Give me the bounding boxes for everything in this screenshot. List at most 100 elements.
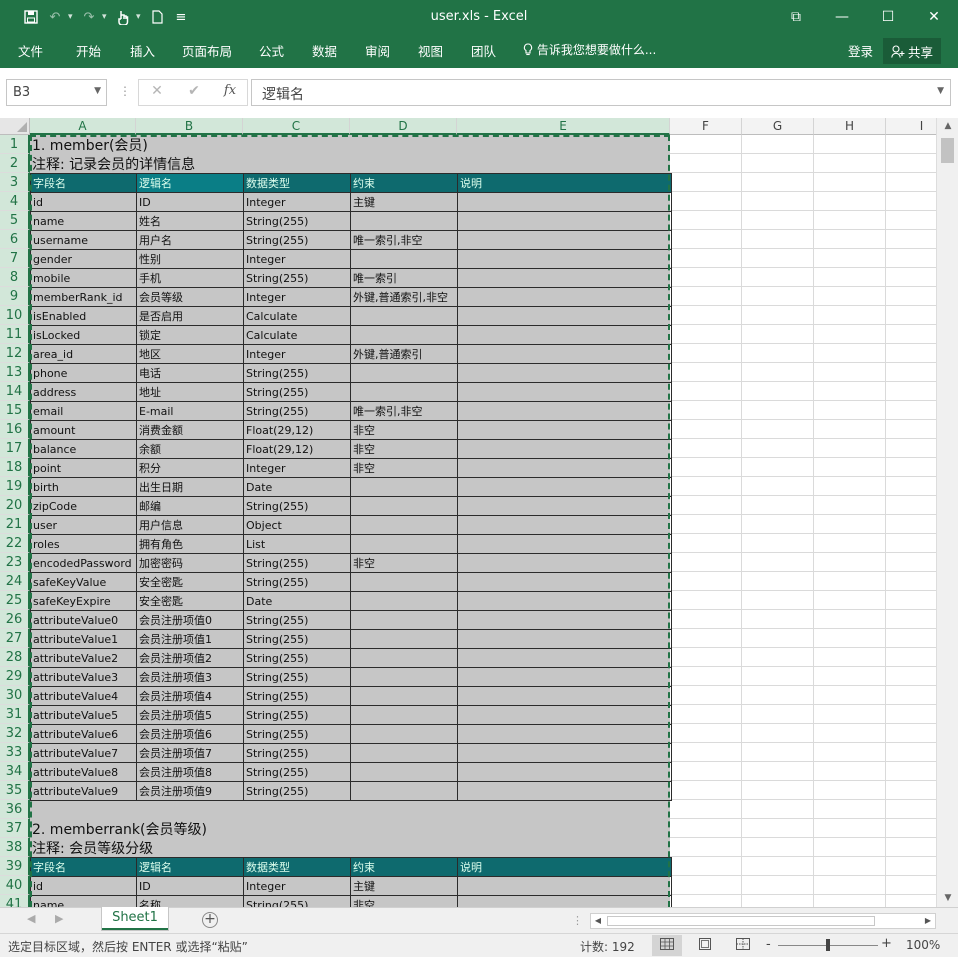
table-cell[interactable]: 唯一索引,非空 — [350, 401, 458, 421]
table-cell[interactable]: memberRank_id — [30, 287, 137, 307]
row-header[interactable]: 1 — [0, 135, 30, 154]
table-cell[interactable]: attributeValue4 — [30, 686, 137, 706]
header-cell[interactable]: 约束 — [350, 857, 458, 877]
row-header[interactable]: 5 — [0, 211, 30, 230]
table-cell[interactable] — [350, 781, 458, 801]
table-cell[interactable]: 非空 — [350, 553, 458, 573]
table-cell[interactable] — [457, 249, 672, 269]
table-cell[interactable]: String(255) — [243, 363, 351, 383]
table-cell[interactable]: 会员注册项值0 — [136, 610, 244, 630]
row-header[interactable]: 20 — [0, 496, 30, 515]
table-cell[interactable] — [457, 629, 672, 649]
table-cell[interactable] — [457, 306, 672, 326]
table-cell[interactable] — [350, 382, 458, 402]
table-cell[interactable]: String(255) — [243, 781, 351, 801]
table-cell[interactable]: 消费金额 — [136, 420, 244, 440]
table-cell[interactable] — [350, 496, 458, 516]
table-cell[interactable] — [457, 515, 672, 535]
table-cell[interactable]: 名称 — [136, 895, 244, 907]
column-header-h[interactable]: H — [814, 118, 886, 135]
table-cell[interactable] — [350, 591, 458, 611]
scroll-down-icon[interactable]: ▼ — [937, 890, 958, 907]
table-cell[interactable]: 电话 — [136, 363, 244, 383]
formula-input[interactable]: 逻辑名 ▼ — [251, 79, 951, 106]
table-cell[interactable]: Date — [243, 477, 351, 497]
table-cell[interactable]: String(255) — [243, 895, 351, 907]
table-cell[interactable]: 会员注册项值1 — [136, 629, 244, 649]
table-cell[interactable]: Calculate — [243, 325, 351, 345]
table-cell[interactable]: String(255) — [243, 553, 351, 573]
table-cell[interactable] — [457, 876, 672, 896]
scroll-right-icon[interactable]: ▶ — [921, 914, 935, 928]
formula-bar-splitter[interactable]: ⋮ — [119, 84, 131, 98]
table-cell[interactable] — [457, 534, 672, 554]
page-layout-view-icon[interactable] — [690, 935, 720, 956]
status-count[interactable]: 计数: 192 — [580, 938, 635, 955]
table-cell[interactable] — [350, 610, 458, 630]
table-cell[interactable]: 外键,普通索引,非空 — [350, 287, 458, 307]
table-cell[interactable]: String(255) — [243, 762, 351, 782]
table-cell[interactable]: String(255) — [243, 496, 351, 516]
vertical-scrollbar[interactable]: ▲ ▼ — [936, 118, 958, 907]
row-header[interactable]: 33 — [0, 743, 30, 762]
row-header[interactable]: 3 — [0, 173, 30, 192]
row-header[interactable]: 14 — [0, 382, 30, 401]
maximize-button[interactable]: ☐ — [865, 0, 911, 34]
row-header[interactable]: 41 — [0, 895, 30, 907]
table-cell[interactable]: point — [30, 458, 137, 478]
table-cell[interactable]: 非空 — [350, 439, 458, 459]
table-cell[interactable]: ID — [136, 192, 244, 212]
row-header[interactable]: 19 — [0, 477, 30, 496]
table-cell[interactable]: ID — [136, 876, 244, 896]
row-header[interactable]: 13 — [0, 363, 30, 382]
table-cell[interactable] — [457, 382, 672, 402]
table-cell[interactable]: 会员注册项值3 — [136, 667, 244, 687]
table-cell[interactable]: 拥有角色 — [136, 534, 244, 554]
column-header-f[interactable]: F — [670, 118, 742, 135]
sheet-tab-sheet1[interactable]: Sheet1 — [101, 907, 169, 931]
row-header[interactable]: 40 — [0, 876, 30, 895]
zoom-in-button[interactable]: + — [881, 936, 892, 951]
row-header[interactable]: 31 — [0, 705, 30, 724]
table-cell[interactable]: String(255) — [243, 382, 351, 402]
table-cell[interactable]: user — [30, 515, 137, 535]
table-cell[interactable]: attributeValue7 — [30, 743, 137, 763]
tell-me-search[interactable]: 告诉我您想要做什么... — [523, 41, 656, 58]
row-header[interactable]: 37 — [0, 819, 30, 838]
table-cell[interactable] — [350, 534, 458, 554]
row-header[interactable]: 24 — [0, 572, 30, 591]
header-cell[interactable]: 数据类型 — [243, 173, 351, 193]
worksheet-grid[interactable]: 1. member(会员) 注释: 记录会员的详情信息 字段名 逻辑名 数据类型 约束… — [30, 135, 936, 907]
table-cell[interactable]: 手机 — [136, 268, 244, 288]
table-cell[interactable]: 会员注册项值4 — [136, 686, 244, 706]
table-cell[interactable]: 会员注册项值5 — [136, 705, 244, 725]
table-cell[interactable] — [350, 211, 458, 231]
row-header[interactable]: 22 — [0, 534, 30, 553]
table-cell[interactable]: Object — [243, 515, 351, 535]
cell-a37[interactable]: 2. memberrank(会员等级) — [32, 821, 207, 840]
table-cell[interactable] — [457, 287, 672, 307]
table-cell[interactable]: Calculate — [243, 306, 351, 326]
table-cell[interactable]: attributeValue6 — [30, 724, 137, 744]
table-cell[interactable]: 出生日期 — [136, 477, 244, 497]
table-cell[interactable] — [457, 192, 672, 212]
insert-function-icon[interactable]: fx — [220, 83, 240, 98]
table-cell[interactable]: String(255) — [243, 610, 351, 630]
row-header[interactable]: 2 — [0, 154, 30, 173]
table-cell[interactable]: address — [30, 382, 137, 402]
header-cell[interactable]: 说明 — [457, 857, 672, 877]
chevron-down-icon[interactable]: ▼ — [94, 86, 101, 96]
row-header[interactable]: 8 — [0, 268, 30, 287]
next-sheet-icon[interactable]: ▶ — [55, 912, 63, 925]
row-header[interactable]: 26 — [0, 610, 30, 629]
table-cell[interactable] — [457, 477, 672, 497]
row-header[interactable]: 12 — [0, 344, 30, 363]
table-cell[interactable]: attributeValue8 — [30, 762, 137, 782]
column-header-g[interactable]: G — [742, 118, 814, 135]
table-cell[interactable] — [457, 230, 672, 250]
table-cell[interactable] — [350, 477, 458, 497]
header-cell[interactable]: 说明 — [457, 173, 672, 193]
horizontal-scrollbar[interactable]: ◀ ▶ — [590, 913, 936, 929]
table-cell[interactable]: id — [30, 192, 137, 212]
row-header[interactable]: 23 — [0, 553, 30, 572]
